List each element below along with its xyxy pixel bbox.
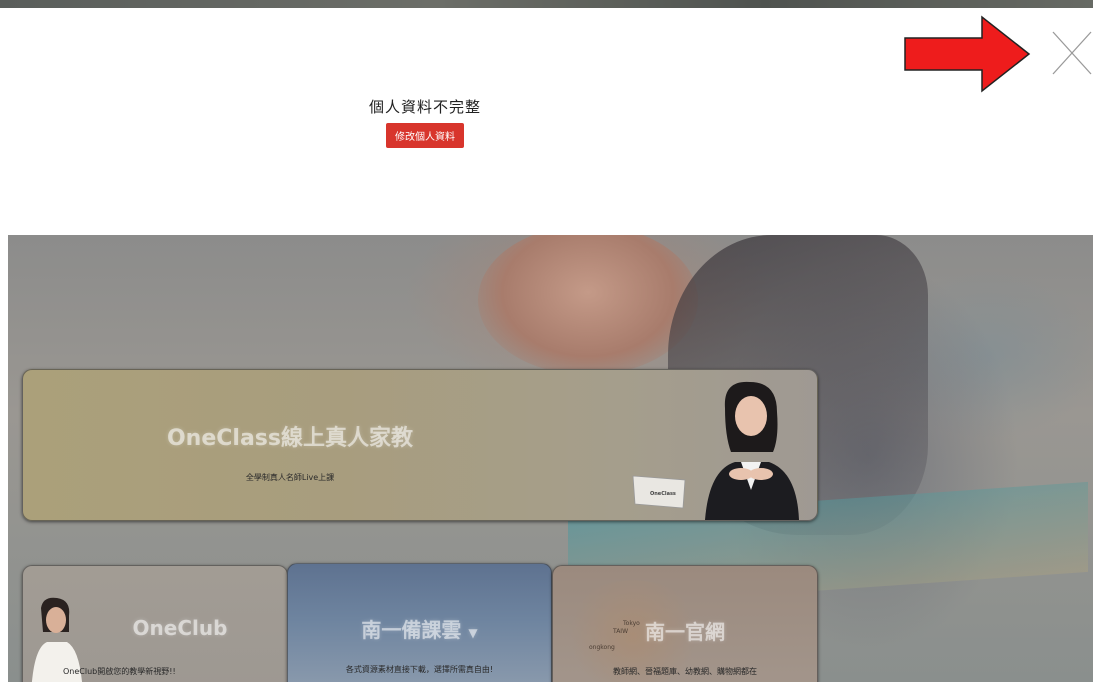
card-title: 南一備課雲 ▼ <box>288 614 551 643</box>
laptop-logo: OneClass <box>650 491 676 497</box>
card-subtitle: 全學制真人名師Live上課 <box>245 473 335 482</box>
close-icon[interactable] <box>1049 28 1093 78</box>
teacher-image <box>705 381 799 520</box>
oneclub-card[interactable]: OneClub OneClub開啟您的教學新視野!! <box>22 565 288 682</box>
card-title-text: 南一備課雲 <box>361 618 462 642</box>
triangle-down-icon: ▼ <box>468 626 478 640</box>
card-title: 南一官網 <box>645 620 725 644</box>
notice-title: 個人資料不完整 <box>368 98 481 116</box>
red-arrow-icon <box>904 15 1031 93</box>
hero-background: OneClass線上真人家教 全學制真人名師Live上課 OneClass On… <box>8 235 1093 682</box>
edit-profile-button[interactable]: 修改個人資料 <box>386 123 464 148</box>
card-subtitle: 教師網、晉福題庫、幼教網、購物網都在 <box>613 667 757 676</box>
card-subtitle: 各式資源素材直接下載，選擇所需真自由! <box>345 665 494 674</box>
card-subtitle: OneClub開啟您的教學新視野!! <box>63 667 176 676</box>
lesson-cloud-card[interactable]: 南一備課雲 ▼ 各式資源素材直接下載，選擇所需真自由! <box>287 563 552 682</box>
card-title: OneClub <box>132 616 228 640</box>
hero-face-image <box>478 235 698 375</box>
official-site-card[interactable]: TAIW Tokyo ongkong 南一官網 教師網、晉福題庫、幼教網、購物網… <box>552 565 818 682</box>
incomplete-profile-notice: 個人資料不完整 修改個人資料 <box>330 96 520 148</box>
map-label: ongkong <box>589 644 615 651</box>
oneclass-tutoring-card[interactable]: OneClass線上真人家教 全學制真人名師Live上課 OneClass <box>22 369 818 521</box>
top-image-strip <box>0 0 1093 8</box>
card-title: OneClass線上真人家教 <box>166 426 413 451</box>
